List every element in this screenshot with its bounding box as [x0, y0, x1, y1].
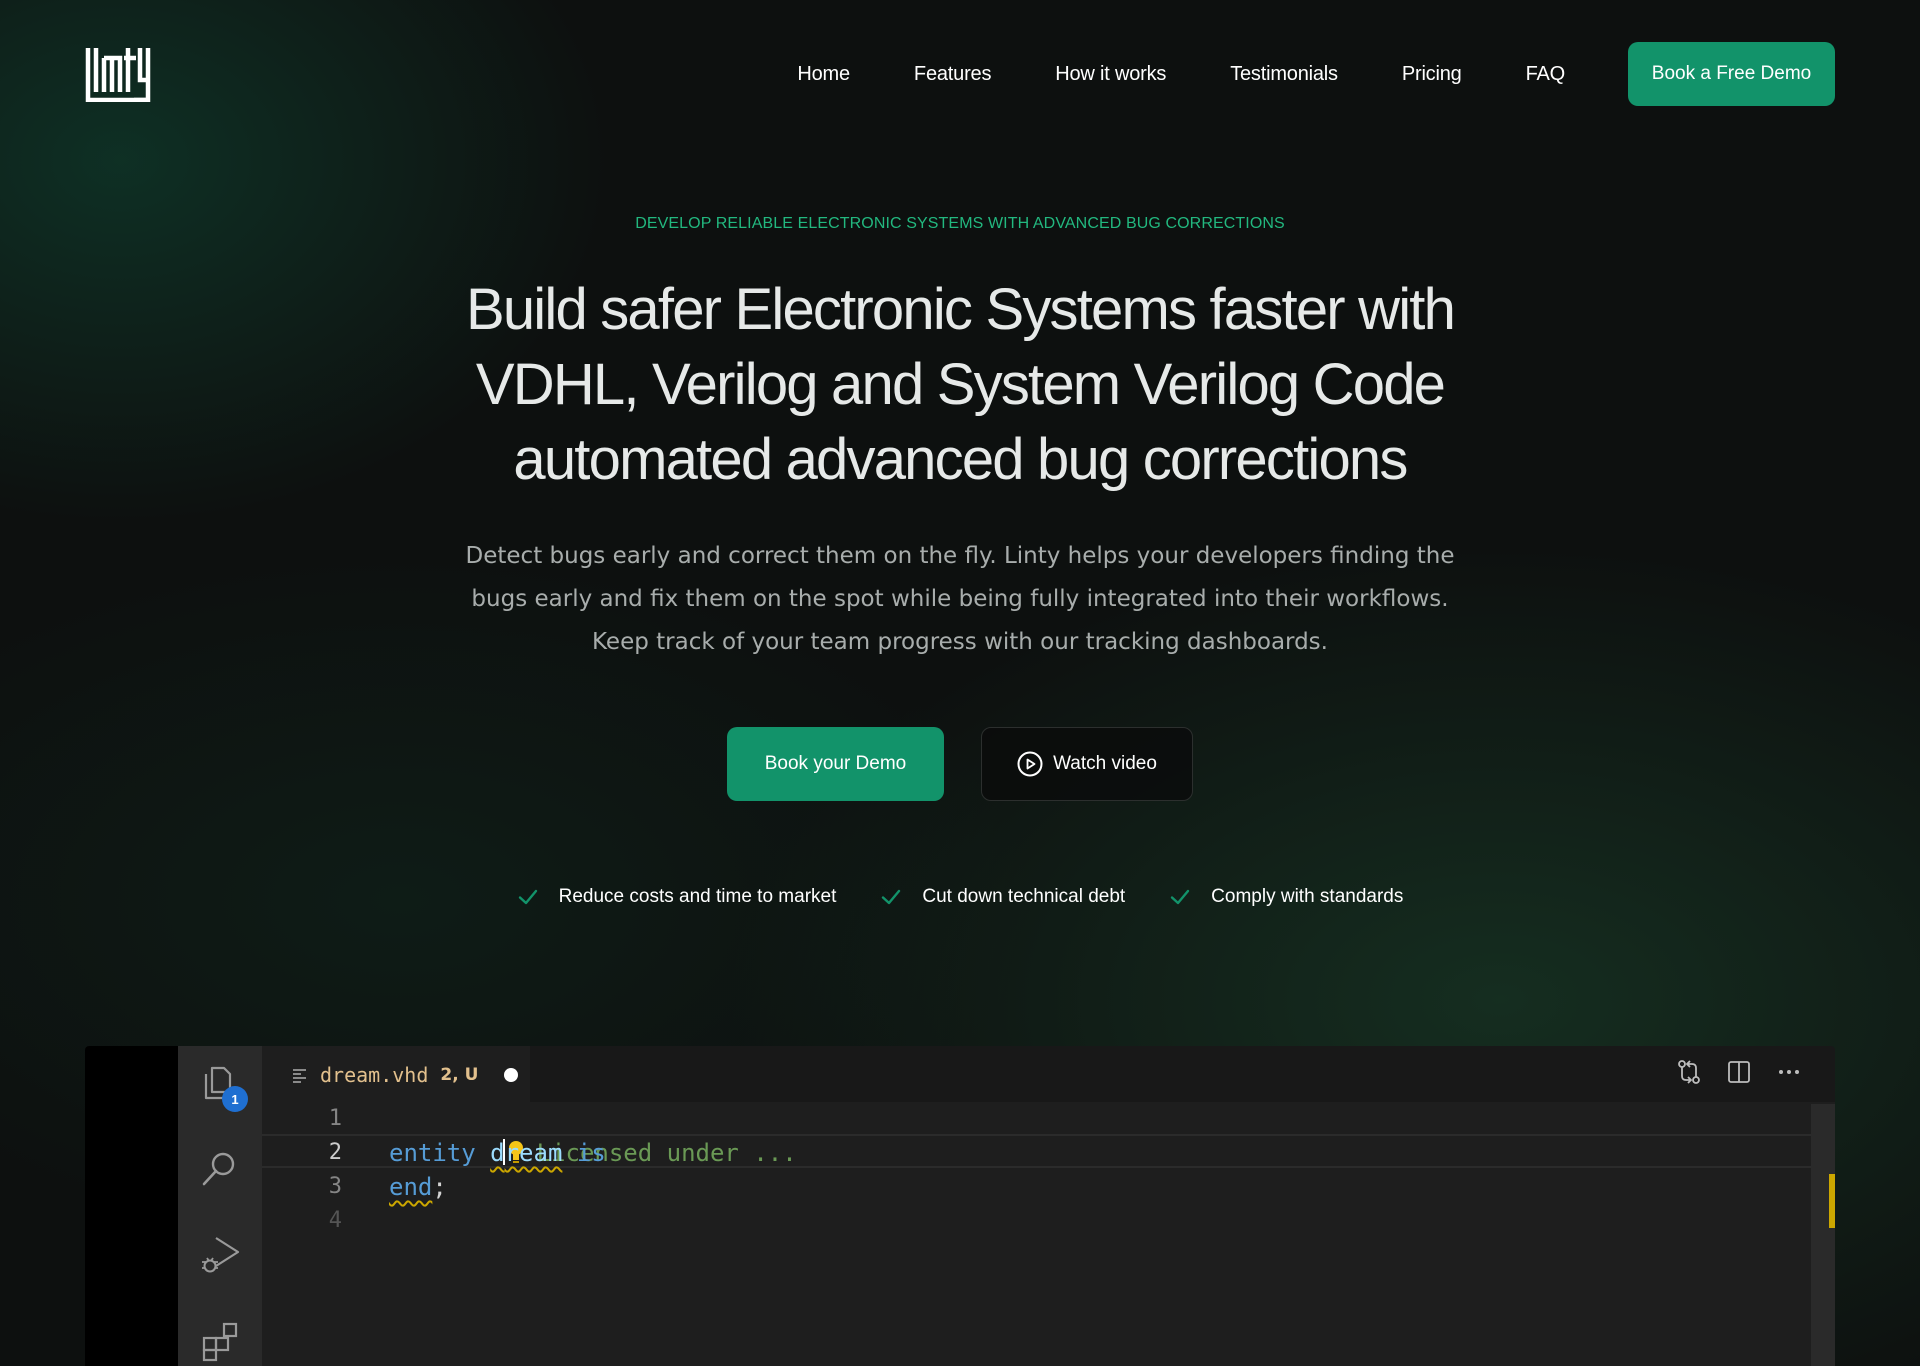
- code-token: entity: [389, 1139, 491, 1167]
- code-token: end: [389, 1173, 433, 1201]
- file-lines-icon: [293, 1068, 306, 1083]
- code-editor-preview: 1 dream.vhd 2, U 1 Licensed under ... 2 …: [85, 1046, 1835, 1366]
- book-free-demo-button[interactable]: Book a Free Demo: [1628, 42, 1835, 106]
- watch-video-button[interactable]: Watch video: [981, 727, 1193, 801]
- play-circle-icon: [1017, 751, 1043, 777]
- feature-label: Comply with standards: [1211, 886, 1404, 907]
- editor-tab-strip: dream.vhd 2, U: [262, 1046, 1835, 1103]
- nav-links: Home Features How it works Testimonials …: [797, 42, 1565, 106]
- feature-item: Reduce costs and time to market: [517, 886, 837, 908]
- explorer-badge: 1: [222, 1086, 248, 1112]
- editor-tab[interactable]: dream.vhd 2, U: [262, 1046, 530, 1103]
- nav-link-testimonials[interactable]: Testimonials: [1230, 63, 1338, 86]
- feature-item: Comply with standards: [1169, 886, 1403, 908]
- scroll-warning-marker: [1829, 1174, 1835, 1228]
- tab-status: 2, U: [440, 1064, 479, 1085]
- split-editor-icon[interactable]: [1725, 1058, 1753, 1086]
- code-token: ream: [504, 1139, 563, 1167]
- nav-link-faq[interactable]: FAQ: [1526, 63, 1566, 86]
- code-line-active: 2 entity dream is: [262, 1134, 1811, 1168]
- description-line: bugs early and fix them on the spot whil…: [471, 586, 1449, 612]
- unsaved-dot-icon[interactable]: [504, 1067, 519, 1082]
- headline-line: automated advanced bug corrections: [513, 427, 1408, 492]
- code-line: 1 Licensed under ...: [262, 1102, 1811, 1167]
- code-token: is: [562, 1139, 606, 1167]
- line-content: end;: [389, 1170, 447, 1204]
- hero-eyebrow: DEVELOP RELIABLE ELECTRONIC SYSTEMS WITH…: [635, 215, 1285, 232]
- extensions-icon[interactable]: [198, 1318, 242, 1362]
- more-actions-icon[interactable]: [1775, 1058, 1803, 1086]
- line-number: 4: [328, 1208, 342, 1233]
- check-icon: [882, 889, 901, 905]
- line-content: entity dream is: [389, 1136, 606, 1170]
- line-number: 1: [328, 1106, 342, 1131]
- feature-label: Reduce costs and time to market: [558, 886, 837, 907]
- editor-actions: [1675, 1058, 1803, 1086]
- headline-line: VDHL, Verilog and System Verilog Code: [475, 352, 1446, 417]
- check-icon: [518, 889, 537, 905]
- feature-label: Cut down technical debt: [922, 886, 1126, 907]
- compare-changes-icon[interactable]: [1675, 1058, 1703, 1086]
- nav-link-how-it-works[interactable]: How it works: [1055, 63, 1166, 86]
- description-line: Detect bugs early and correct them on th…: [465, 543, 1455, 569]
- editor-left-panel: [85, 1046, 178, 1366]
- tab-filename: dream.vhd: [320, 1062, 429, 1087]
- book-your-demo-button[interactable]: Book your Demo: [727, 727, 944, 801]
- code-line: 4: [262, 1204, 1811, 1238]
- line-number: 3: [328, 1174, 342, 1199]
- code-area[interactable]: 1 Licensed under ... 2 entity dream is 3…: [262, 1102, 1811, 1366]
- feature-list: Reduce costs and time to market Cut down…: [0, 886, 1920, 908]
- nav-link-pricing[interactable]: Pricing: [1402, 63, 1462, 86]
- editor-scrollbar[interactable]: [1811, 1104, 1835, 1366]
- check-icon: [1170, 889, 1190, 905]
- main-navigation: Home Features How it works Testimonials …: [0, 42, 1920, 106]
- feature-item: Cut down technical debt: [880, 886, 1125, 908]
- hero-description: Detect bugs early and correct them on th…: [440, 535, 1480, 664]
- activity-bar: 1: [178, 1046, 262, 1366]
- nav-link-features[interactable]: Features: [914, 63, 992, 86]
- run-debug-icon[interactable]: [198, 1232, 242, 1276]
- description-line: Keep track of your team progress with ou…: [592, 629, 1328, 655]
- nav-link-home[interactable]: Home: [797, 63, 850, 86]
- hero-headline: Build safer Electronic Systems faster wi…: [360, 272, 1560, 497]
- line-number: 2: [328, 1140, 342, 1165]
- headline-line: Build safer Electronic Systems faster wi…: [465, 277, 1456, 342]
- code-token: ;: [432, 1173, 447, 1201]
- code-line: 3 end;: [262, 1170, 1811, 1204]
- search-icon[interactable]: [198, 1146, 242, 1190]
- watch-video-label: Watch video: [1053, 753, 1157, 774]
